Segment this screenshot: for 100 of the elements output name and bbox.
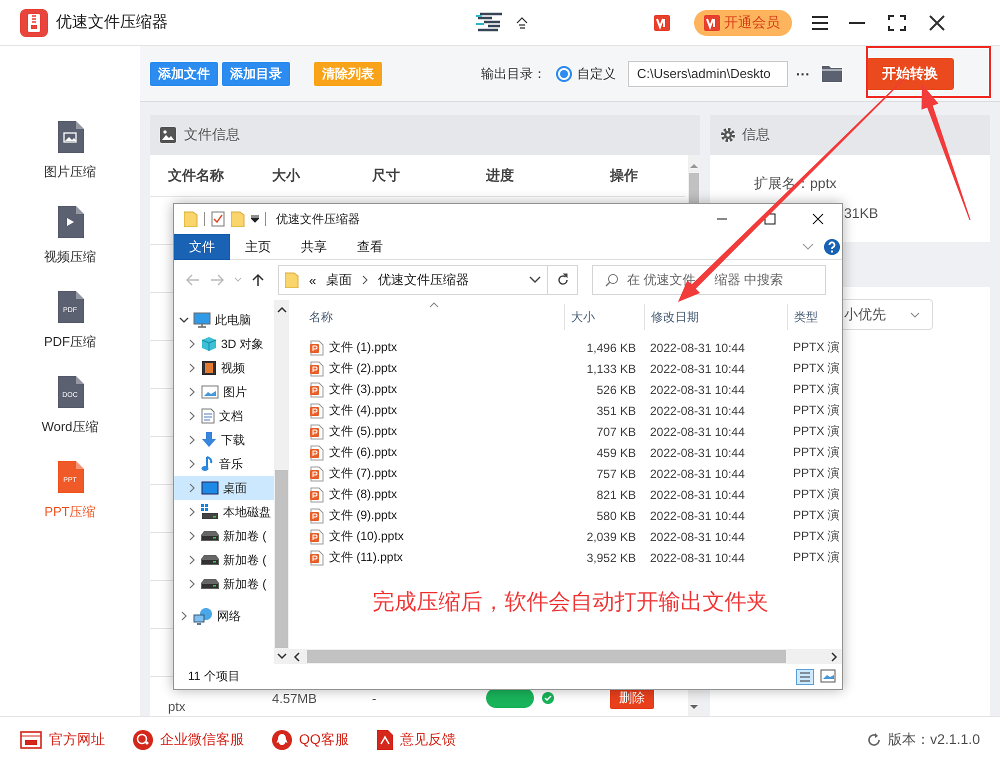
folder-tree-item[interactable]: 新加卷 ( — [174, 548, 274, 572]
chevron-icon[interactable] — [187, 387, 197, 397]
folder-tree-item[interactable]: 文档 — [174, 404, 274, 428]
folder-tree-item[interactable]: 此电脑 — [174, 308, 274, 332]
music-icon — [201, 456, 215, 472]
version-text: 版本：v2.1.1.0 — [888, 730, 980, 748]
breadcrumb-item[interactable]: 桌面 — [326, 271, 352, 289]
image-file-icon — [56, 121, 84, 153]
window-title: 优速文件压缩器 — [276, 210, 360, 228]
file-row[interactable]: 文件 (2).pptx 1,133 KB 2022-08-31 10:44 PPTX 演 — [289, 358, 842, 379]
folder-tree-item[interactable]: 新加卷 ( — [174, 524, 274, 548]
website-icon — [20, 730, 42, 748]
annotation-text: 完成压缩后，软件会自动打开输出文件夹 — [372, 588, 770, 616]
file-icon — [310, 424, 324, 440]
folder-tree-item[interactable]: 新加卷 ( — [174, 572, 274, 596]
sidebar-item[interactable]: 图片压缩 — [0, 121, 140, 206]
maximize-icon[interactable] — [886, 14, 908, 30]
folder-tree-item[interactable]: 音乐 — [174, 452, 274, 476]
sidebar-item[interactable]: 视频压缩 — [0, 206, 140, 291]
chevron-icon[interactable] — [179, 315, 189, 325]
ribbon-tab[interactable]: 查看 — [342, 234, 398, 260]
drive-icon — [201, 579, 219, 589]
scroll-down-icon[interactable] — [276, 652, 286, 660]
column-header[interactable]: 名称 — [289, 304, 564, 330]
chevron-icon[interactable] — [187, 411, 197, 421]
vip-icon — [704, 14, 720, 30]
file-row[interactable]: 文件 (5).pptx 707 KB 2022-08-31 10:44 PPTX 演 — [289, 421, 842, 442]
close-icon[interactable] — [812, 213, 824, 225]
file-row[interactable]: 文件 (11).pptx 3,952 KB 2022-08-31 10:44 PPTX 演 — [289, 547, 842, 568]
chevron-icon[interactable] — [187, 507, 197, 517]
thumbnail-view-icon[interactable] — [820, 668, 836, 682]
chevron-icon[interactable] — [187, 435, 197, 445]
scroll-left-icon[interactable] — [293, 652, 301, 662]
footer-link[interactable]: 企业微信客服 — [133, 730, 244, 750]
file-dimensions: - — [372, 690, 378, 706]
dropdown-icon[interactable] — [251, 215, 259, 223]
details-view-icon[interactable] — [796, 668, 814, 684]
file-row[interactable]: 文件 (7).pptx 757 KB 2022-08-31 10:44 PPTX 演 — [289, 463, 842, 484]
video-file-icon — [56, 206, 84, 238]
folder-tree-item[interactable]: 图片 — [174, 380, 274, 404]
up-icon[interactable] — [252, 273, 264, 287]
menu-icon[interactable] — [812, 16, 828, 30]
help-icon[interactable] — [824, 238, 840, 254]
search-field[interactable]: 在 优速文件 缩器 中搜索 — [592, 265, 826, 295]
footer-link[interactable]: 意见反馈 — [376, 730, 456, 750]
chevron-icon[interactable] — [187, 531, 197, 541]
ribbon-tab[interactable]: 共享 — [286, 234, 342, 260]
chevron-icon[interactable] — [179, 611, 189, 621]
file-icon — [310, 550, 324, 566]
properties-icon[interactable] — [211, 211, 225, 227]
chevron-icon[interactable] — [187, 555, 197, 565]
column-header: 进度 — [486, 166, 515, 184]
chevron-icon[interactable] — [187, 459, 197, 469]
more-button[interactable]: ··· — [796, 66, 810, 82]
refresh-icon[interactable] — [866, 732, 882, 748]
scroll-down-icon[interactable] — [690, 704, 698, 710]
scroll-up-icon[interactable] — [276, 306, 286, 314]
roof-icon — [516, 16, 528, 28]
folder-tree-item[interactable]: 视频 — [174, 356, 274, 380]
footer-link[interactable]: 官方网址 — [20, 730, 105, 748]
file-row[interactable]: 文件 (1).pptx 1,496 KB 2022-08-31 10:44 PPTX 演 — [289, 337, 842, 358]
ribbon-tab[interactable]: 主页 — [230, 234, 286, 260]
start-button[interactable]: 开始转换 — [866, 58, 954, 90]
file-row[interactable]: 文件 (10).pptx 2,039 KB 2022-08-31 10:44 PPTX 演 — [289, 526, 842, 547]
chevron-icon[interactable] — [187, 363, 197, 373]
scrollbar[interactable] — [274, 300, 289, 664]
scroll-thumb[interactable] — [275, 470, 288, 648]
breadcrumb-prefix: « — [309, 272, 316, 288]
column-header[interactable]: 大小 — [564, 304, 644, 330]
footer-link[interactable]: QQ客服 — [272, 730, 349, 750]
scroll-right-icon[interactable] — [830, 652, 838, 662]
chevron-icon[interactable] — [187, 579, 197, 589]
folder-tree-item[interactable]: 3D 对象 — [174, 332, 274, 356]
folder-tree-item[interactable]: 桌面 — [174, 476, 274, 500]
breadcrumb-item[interactable]: 优速文件压缩器 — [378, 271, 470, 289]
column-header: 操作 — [610, 166, 639, 184]
vip-icon[interactable] — [654, 14, 670, 30]
chevron-icon[interactable] — [187, 339, 197, 349]
ribbon-tab[interactable]: 文件 — [174, 234, 230, 260]
dropdown-icon[interactable] — [529, 276, 541, 284]
radio-option[interactable]: 自定义 — [556, 64, 616, 82]
file-row[interactable]: 文件 (6).pptx 459 KB 2022-08-31 10:44 PPTX 演 — [289, 442, 842, 463]
file-row[interactable]: 文件 (3).pptx 526 KB 2022-08-31 10:44 PPTX 演 — [289, 379, 842, 400]
scrollbar[interactable] — [289, 649, 842, 664]
chevron-icon — [362, 275, 368, 285]
folder-tree-item[interactable]: 网络 — [174, 604, 274, 628]
refresh-icon[interactable] — [556, 273, 570, 287]
file-row[interactable]: 文件 (4).pptx 351 KB 2022-08-31 10:44 PPTX 演 — [289, 400, 842, 421]
app-title: 优速文件压缩器 — [56, 12, 168, 33]
folder-tree-item[interactable]: 下载 — [174, 428, 274, 452]
folder-icon[interactable] — [822, 65, 842, 82]
scroll-thumb[interactable] — [307, 650, 786, 663]
address-bar[interactable]: « 桌面 优速文件压缩器 — [278, 265, 578, 295]
file-row[interactable]: 文件 (9).pptx 580 KB 2022-08-31 10:44 PPTX 演 — [289, 505, 842, 526]
column-header[interactable]: 修改日期 — [644, 304, 787, 330]
size-text: 31KB — [844, 205, 878, 221]
file-icon — [310, 486, 324, 502]
file-row[interactable]: 文件 (8).pptx 821 KB 2022-08-31 10:44 PPTX 演 — [289, 484, 842, 505]
folder-tree-item[interactable]: 本地磁盘 — [174, 500, 274, 524]
output-path-field[interactable]: C:\Users\admin\Deskto — [628, 60, 788, 86]
